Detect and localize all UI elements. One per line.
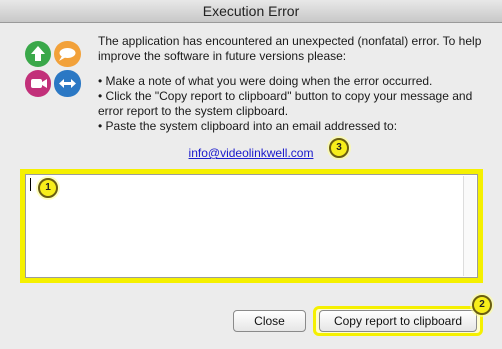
report-text-area[interactable] xyxy=(25,174,478,278)
app-logo-icon xyxy=(25,41,81,97)
callout-badge-1: 1 xyxy=(38,178,58,198)
close-button[interactable]: Close xyxy=(233,310,306,332)
double-arrow-icon xyxy=(54,70,81,97)
up-arrow-icon xyxy=(25,41,51,67)
callout-badge-3: 3 xyxy=(329,138,349,158)
report-highlight xyxy=(20,169,483,283)
report-scrollbar[interactable] xyxy=(463,176,476,276)
video-camera-icon xyxy=(25,70,51,97)
text-caret xyxy=(30,178,31,191)
callout-badge-2: 2 xyxy=(472,295,492,315)
report-input[interactable] xyxy=(26,175,477,277)
email-link[interactable]: info@videolinkwell.com xyxy=(189,146,314,160)
copy-button-highlight: Copy report to clipboard xyxy=(313,306,483,336)
speech-bubble-icon xyxy=(54,41,81,67)
instruction-item: • Click the "Copy report to clipboard" b… xyxy=(98,89,473,118)
instruction-item: • Paste the system clipboard into an ema… xyxy=(98,119,398,133)
window-title: Execution Error xyxy=(0,0,502,23)
error-dialog: Execution Error The application has enco… xyxy=(0,0,502,349)
error-message: The application has encountered an unexp… xyxy=(98,34,490,134)
copy-report-button[interactable]: Copy report to clipboard xyxy=(319,310,477,332)
instruction-list: • Make a note of what you were doing whe… xyxy=(98,74,490,134)
instruction-item: • Make a note of what you were doing whe… xyxy=(98,74,433,88)
email-line: info@videolinkwell.com xyxy=(0,146,502,160)
intro-text: The application has encountered an unexp… xyxy=(98,34,482,63)
